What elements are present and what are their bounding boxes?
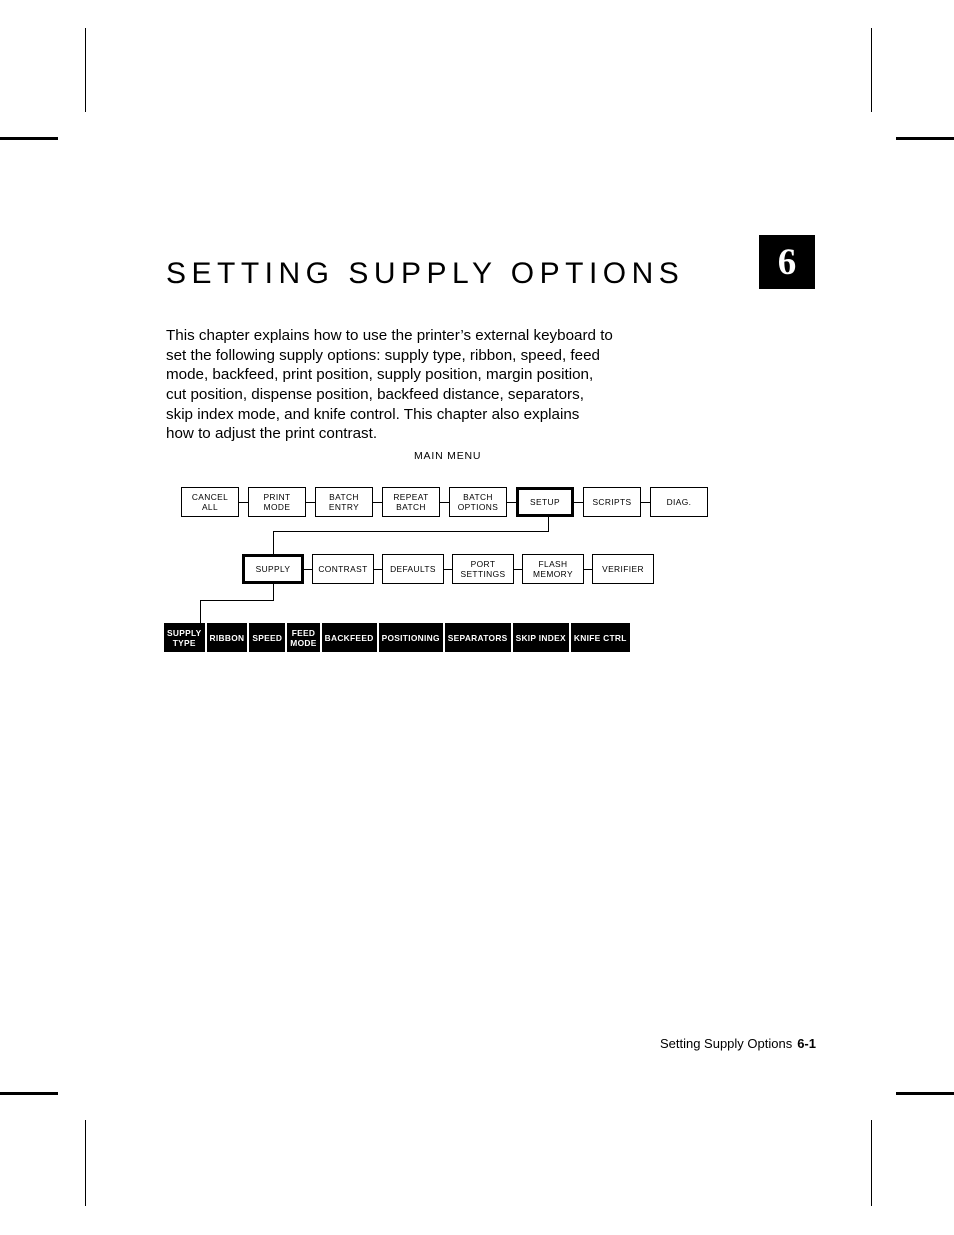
connector-supply-run <box>200 600 274 601</box>
menu-connector <box>304 568 312 570</box>
menu-connector <box>376 623 379 652</box>
menu-node-diag[interactable]: DIAG. <box>650 487 708 517</box>
main-menu-row: CANCEL ALL PRINT MODE BATCH ENTRY REPEAT BA… <box>181 487 708 517</box>
menu-connector <box>584 568 592 570</box>
menu-connector <box>319 623 322 652</box>
menu-node-supply[interactable]: SUPPLY <box>242 554 304 584</box>
crop-mark-bottom-left-vertical <box>85 1120 86 1206</box>
page-title: SETTING SUPPLY OPTIONS <box>166 257 685 291</box>
menu-node-feed-mode[interactable]: FEED MODE <box>287 623 320 652</box>
menu-node-flash-memory[interactable]: FLASH MEMORY <box>522 554 584 584</box>
menu-connector <box>641 501 650 503</box>
menu-node-repeat-batch[interactable]: REPEAT BATCH <box>382 487 440 517</box>
supply-menu-row: SUPPLY TYPE RIBBON SPEED FEED MODE BACKFEED P… <box>164 623 630 652</box>
menu-connector <box>444 568 452 570</box>
menu-node-scripts[interactable]: SCRIPTS <box>583 487 641 517</box>
menu-connector <box>440 501 449 503</box>
menu-connector <box>574 501 583 503</box>
menu-node-separators[interactable]: SEPARATORS <box>444 623 511 652</box>
connector-supply-enter <box>273 531 274 555</box>
menu-node-contrast[interactable]: CONTRAST <box>312 554 374 584</box>
crop-mark-top-right-horizontal <box>896 137 954 140</box>
menu-connector <box>442 623 445 652</box>
menu-node-defaults[interactable]: DEFAULTS <box>382 554 444 584</box>
connector-supply-type-enter <box>200 600 201 624</box>
connector-supply-drop <box>273 584 274 601</box>
menu-connector <box>239 501 248 503</box>
menu-connector <box>514 568 522 570</box>
menu-node-port-settings[interactable]: PORT SETTINGS <box>452 554 514 584</box>
menu-node-print-mode[interactable]: PRINT MODE <box>248 487 306 517</box>
menu-node-batch-options[interactable]: BATCH OPTIONS <box>449 487 507 517</box>
crop-mark-bottom-left-horizontal <box>0 1092 58 1095</box>
menu-connector <box>568 623 571 652</box>
connector-setup-drop <box>548 517 549 532</box>
menu-node-skip-index[interactable]: SKIP INDEX <box>512 623 569 652</box>
menu-node-ribbon[interactable]: RIBBON <box>206 623 248 652</box>
crop-mark-top-right-vertical <box>871 28 872 112</box>
menu-node-backfeed[interactable]: BACKFEED <box>321 623 377 652</box>
menu-connector <box>247 623 250 652</box>
page-footer: Setting Supply Options 6-1 <box>660 1036 816 1051</box>
chapter-number-badge: 6 <box>759 235 815 289</box>
menu-connector <box>306 501 315 503</box>
menu-connector <box>374 568 382 570</box>
menu-node-batch-entry[interactable]: BATCH ENTRY <box>315 487 373 517</box>
menu-node-setup[interactable]: SETUP <box>516 487 574 517</box>
menu-connector <box>507 501 516 503</box>
menu-connector <box>373 501 382 503</box>
menu-connector <box>510 623 513 652</box>
footer-page-number: 6-1 <box>797 1036 816 1051</box>
connector-setup-run <box>273 531 549 532</box>
footer-chapter-name: Setting Supply Options <box>659 1036 793 1051</box>
diagram-caption: MAIN MENU <box>414 450 482 462</box>
setup-menu-row: SUPPLY CONTRAST DEFAULTS PORT SETTINGS FLASH… <box>242 554 654 584</box>
menu-node-knife-ctrl[interactable]: KNIFE CTRL <box>570 623 630 652</box>
crop-mark-bottom-right-vertical <box>871 1120 872 1206</box>
intro-paragraph: This chapter explains how to use the pri… <box>166 327 613 443</box>
crop-mark-top-left-vertical <box>85 28 86 112</box>
menu-node-cancel-all[interactable]: CANCEL ALL <box>181 487 239 517</box>
menu-connector <box>204 623 207 652</box>
menu-node-positioning[interactable]: POSITIONING <box>378 623 443 652</box>
menu-node-speed[interactable]: SPEED <box>249 623 286 652</box>
menu-connector <box>285 623 288 652</box>
crop-mark-top-left-horizontal <box>0 137 58 140</box>
crop-mark-bottom-right-horizontal <box>896 1092 954 1095</box>
menu-node-supply-type[interactable]: SUPPLY TYPE <box>164 623 205 652</box>
menu-node-verifier[interactable]: VERIFIER <box>592 554 654 584</box>
